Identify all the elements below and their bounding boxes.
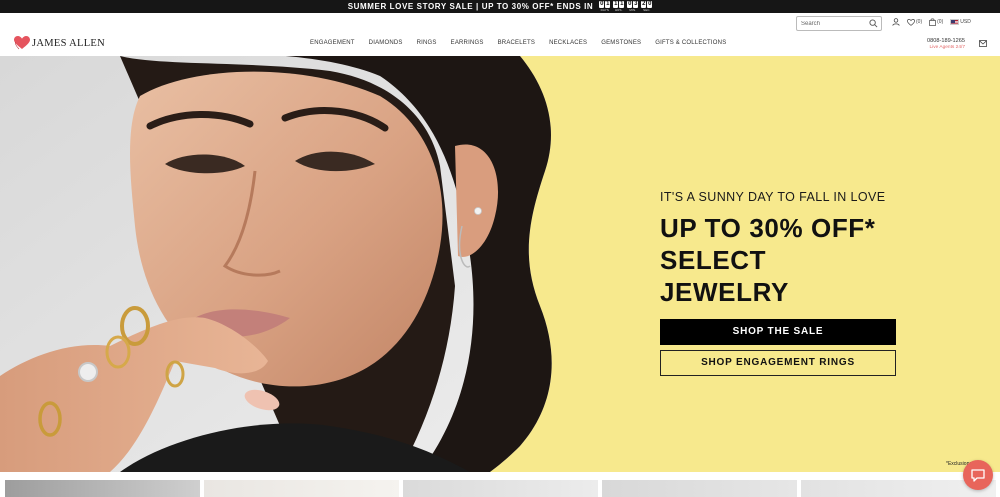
site-header: JAMES ALLEN (0) (0) xyxy=(0,13,1000,56)
phone-subtext: Live Agents 24/7 xyxy=(929,45,965,50)
flag-icon xyxy=(950,19,960,25)
nav-item-diamonds[interactable]: DIAMONDS xyxy=(369,40,403,46)
countdown-label: SEC. xyxy=(643,8,651,12)
countdown-digit: 2 xyxy=(641,1,647,8)
countdown-digit: 0 xyxy=(599,1,605,8)
hero-headline: UP TO 30% OFF* SELECT JEWELRY xyxy=(660,212,900,308)
wishlist-count: (0) xyxy=(916,19,923,25)
logo-heart-icon xyxy=(14,36,30,50)
nav-item-gifts-collections[interactable]: GIFTS & COLLECTIONS xyxy=(655,40,726,46)
countdown: 0 1 DAYS 1 1 HRS. 0 3 MIN. 2 0 SEC. xyxy=(599,0,653,13)
countdown-digit: 0 xyxy=(627,1,633,8)
nav-item-bracelets[interactable]: BRACELETS xyxy=(498,40,535,46)
countdown-seconds: 2 0 SEC. xyxy=(641,1,653,12)
hero-headline-line-1: UP TO 30% OFF* xyxy=(660,213,876,243)
category-tile[interactable] xyxy=(403,480,598,497)
account-button[interactable] xyxy=(892,18,900,26)
countdown-days: 0 1 DAYS xyxy=(599,1,611,12)
shop-engagement-rings-button[interactable]: SHOP ENGAGEMENT RINGS xyxy=(660,350,896,376)
logo-text: JAMES ALLEN xyxy=(32,37,106,49)
countdown-label: MIN. xyxy=(629,8,637,12)
category-tile[interactable] xyxy=(204,480,399,497)
search-icon[interactable] xyxy=(869,19,878,28)
cart-button[interactable]: (0) xyxy=(929,18,943,26)
main-nav: ENGAGEMENT DIAMONDS RINGS EARRINGS BRACE… xyxy=(310,40,726,46)
hero-banner[interactable]: IT'S A SUNNY DAY TO FALL IN LOVE UP TO 3… xyxy=(0,56,1000,472)
user-icon xyxy=(892,18,900,26)
promo-text: SUMMER LOVE STORY SALE | UP TO 30% OFF* … xyxy=(347,2,594,11)
nav-item-engagement[interactable]: ENGAGEMENT xyxy=(310,40,355,46)
hero-kicker: IT'S A SUNNY DAY TO FALL IN LOVE xyxy=(660,190,886,204)
brand-logo[interactable]: JAMES ALLEN xyxy=(14,36,105,50)
countdown-hours: 1 1 HRS. xyxy=(613,1,625,12)
currency-selector[interactable]: USD xyxy=(950,19,971,25)
currency-label: USD xyxy=(960,19,971,25)
nav-item-necklaces[interactable]: NECKLACES xyxy=(549,40,587,46)
nav-item-rings[interactable]: RINGS xyxy=(417,40,437,46)
wishlist-button[interactable]: (0) xyxy=(907,18,923,26)
countdown-digit: 3 xyxy=(633,1,639,8)
nav-item-earrings[interactable]: EARRINGS xyxy=(451,40,484,46)
hero-copy: IT'S A SUNNY DAY TO FALL IN LOVE UP TO 3… xyxy=(660,190,900,376)
countdown-digit: 1 xyxy=(619,1,625,8)
countdown-digit: 0 xyxy=(647,1,653,8)
countdown-digit: 1 xyxy=(613,1,619,8)
countdown-minutes: 0 3 MIN. xyxy=(627,1,639,12)
chat-button[interactable] xyxy=(963,460,993,490)
category-tile[interactable] xyxy=(602,480,797,497)
nav-item-gemstones[interactable]: GEMSTONES xyxy=(601,40,641,46)
chat-icon xyxy=(971,468,985,482)
search-input[interactable] xyxy=(797,20,861,27)
search-box[interactable] xyxy=(796,16,882,31)
countdown-label: HRS. xyxy=(615,8,623,12)
cart-count: (0) xyxy=(937,19,944,25)
mail-icon[interactable] xyxy=(979,40,987,47)
hero-model-image xyxy=(0,56,552,472)
category-tile[interactable] xyxy=(5,480,200,497)
bag-icon xyxy=(929,18,936,26)
countdown-label: DAYS xyxy=(600,8,609,12)
phone-number: 0808-189-1265 xyxy=(927,38,965,44)
contact-phone[interactable]: 0808-189-1265 Live Agents 24/7 xyxy=(917,38,965,50)
countdown-digit: 1 xyxy=(605,1,611,8)
shop-sale-button[interactable]: SHOP THE SALE xyxy=(660,319,896,345)
promo-bar[interactable]: SUMMER LOVE STORY SALE | UP TO 30% OFF* … xyxy=(0,0,1000,13)
header-tools: (0) (0) USD xyxy=(892,18,971,26)
category-strip xyxy=(0,472,1000,497)
hero-headline-line-2: SELECT JEWELRY xyxy=(660,245,789,307)
heart-icon xyxy=(907,18,915,26)
